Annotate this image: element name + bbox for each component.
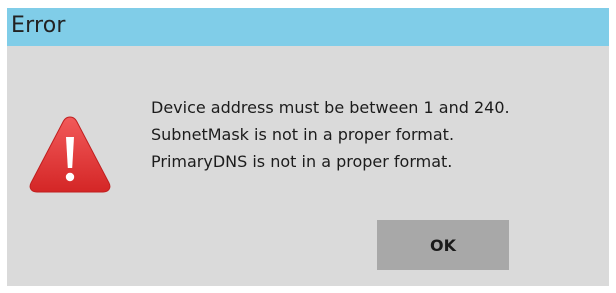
title-bar[interactable]: Error <box>7 8 609 46</box>
dialog-title: Error <box>11 13 66 38</box>
message-line: Device address must be between 1 and 240… <box>151 98 510 117</box>
error-message: Device address must be between 1 and 240… <box>151 94 510 175</box>
message-line: SubnetMask is not in a proper format. <box>151 125 455 144</box>
message-line: PrimaryDNS is not in a proper format. <box>151 152 453 171</box>
error-dialog: Error Device address must be between 1 a… <box>7 8 609 286</box>
warning-triangle-icon <box>29 116 111 193</box>
ok-button[interactable]: OK <box>377 220 509 270</box>
